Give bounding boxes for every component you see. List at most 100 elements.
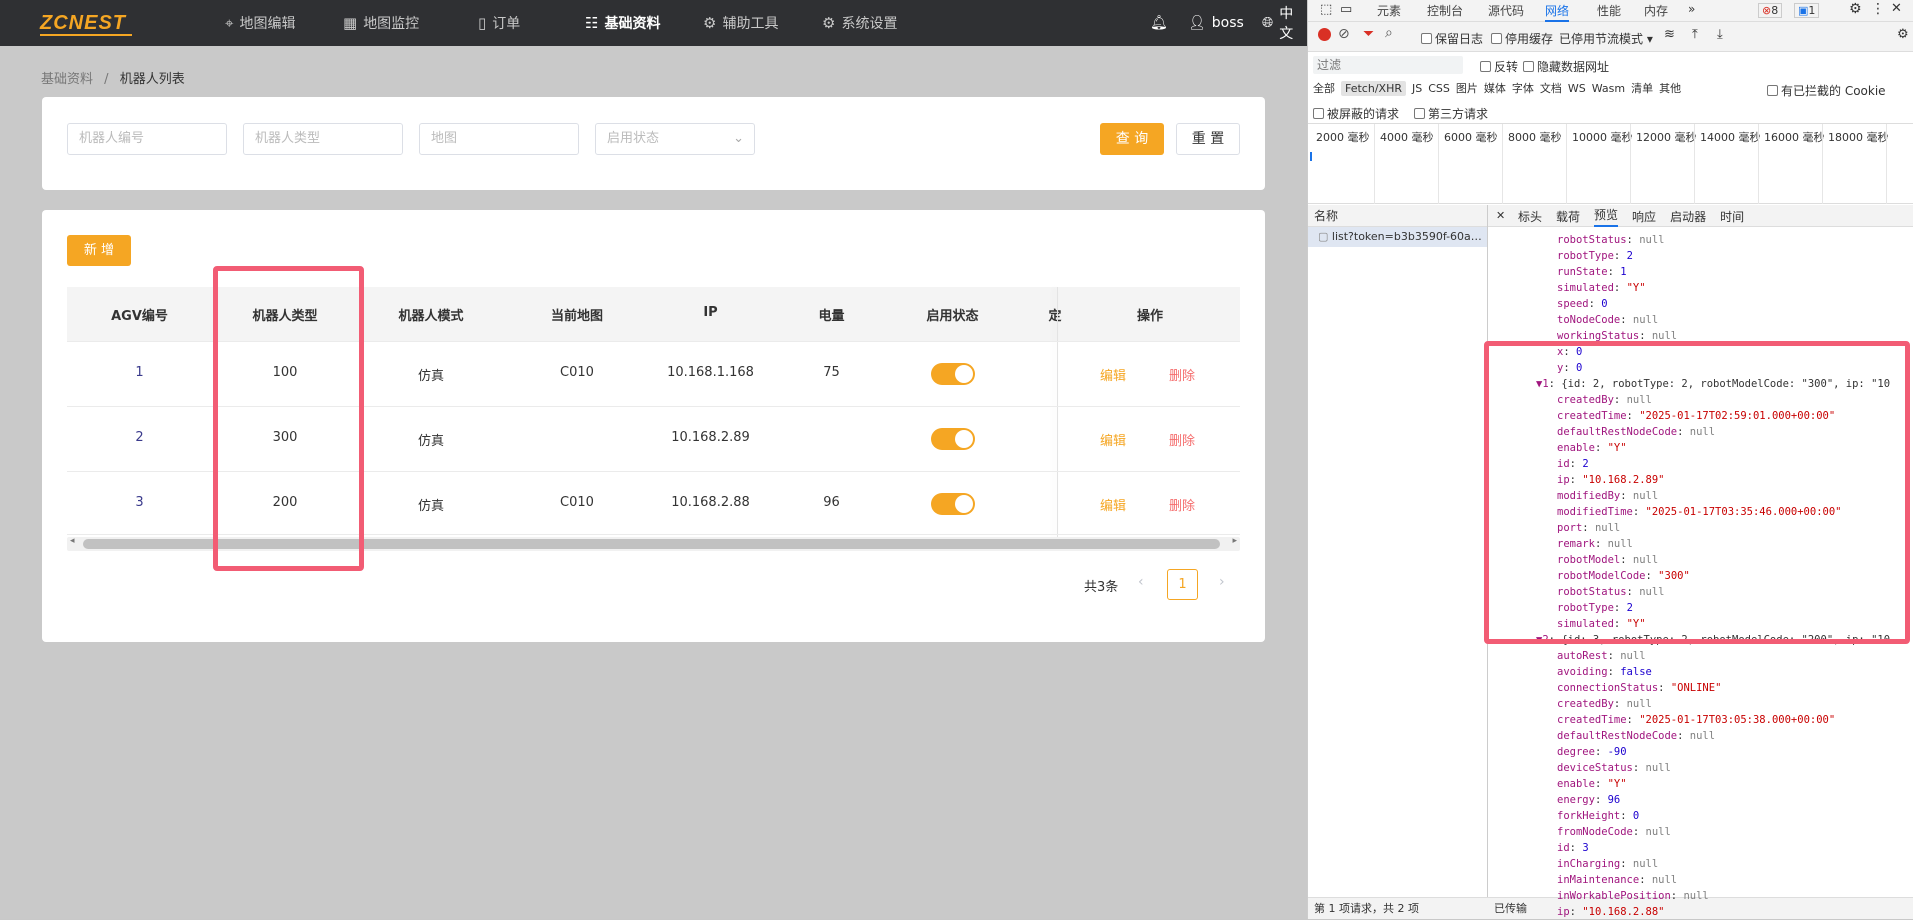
breadcrumb-separator: / (104, 72, 109, 87)
brand-logo[interactable]: ZCNEST (40, 12, 126, 35)
json-key: energy (1557, 794, 1595, 806)
record-icon[interactable] (1318, 28, 1331, 41)
close-detail-icon[interactable]: ✕ (1496, 209, 1505, 222)
robot-code-input[interactable]: 机器人编号 (67, 123, 227, 155)
next-page-icon[interactable]: › (1219, 574, 1225, 590)
enable-toggle[interactable] (931, 493, 975, 515)
type-filter[interactable]: 媒体 (1484, 80, 1506, 96)
blocked-cookies-checkbox[interactable]: 有已拦截的 Cookie (1767, 82, 1886, 99)
detail-tab[interactable]: 时间 (1720, 208, 1744, 225)
enable-toggle[interactable] (931, 428, 975, 450)
detail-tab[interactable]: 载荷 (1556, 208, 1580, 225)
scroll-left-icon[interactable]: ◂ (70, 536, 75, 546)
type-filter[interactable]: 字体 (1512, 80, 1534, 96)
type-filter[interactable]: 其他 (1659, 80, 1681, 96)
tab-memory[interactable]: 内存 (1644, 0, 1668, 22)
page-1-button[interactable]: 1 (1167, 569, 1198, 600)
prev-page-icon[interactable]: ‹ (1138, 574, 1144, 590)
json-value: null (1645, 826, 1671, 838)
import-icon[interactable]: ⤒ (1692, 27, 1698, 42)
timeline-tick-label: 6000 毫秒 (1444, 131, 1498, 144)
enable-toggle[interactable] (931, 363, 975, 385)
detail-tab[interactable]: 响应 (1632, 208, 1656, 225)
language-switch[interactable]: 🌐︎ 中文 (1262, 0, 1307, 46)
nav-orders[interactable]: ▯ 订单 (478, 0, 520, 46)
notification-bell[interactable]: 🔔︎ (1150, 0, 1168, 46)
inspect-icon[interactable]: ⬚ (1320, 2, 1332, 17)
clear-icon[interactable]: ⊘ (1338, 26, 1350, 42)
delete-link[interactable]: 删除 (1169, 365, 1195, 384)
export-icon[interactable]: ⤓ (1717, 27, 1723, 42)
close-devtools-icon[interactable]: ✕ (1891, 1, 1902, 16)
network-timeline[interactable]: 2000 毫秒 4000 毫秒 6000 毫秒 8000 毫秒 10000 毫秒 1200… (1308, 124, 1913, 204)
tab-console[interactable]: 控制台 (1427, 0, 1463, 22)
type-filter[interactable]: 文档 (1540, 80, 1562, 96)
nav-map-edit[interactable]: ⌖ 地图编辑 (225, 0, 295, 46)
delete-link[interactable]: 删除 (1169, 430, 1195, 449)
user-menu[interactable]: 👤︎ boss (1188, 0, 1244, 46)
type-filter[interactable]: JS (1412, 82, 1422, 95)
device-toggle-icon[interactable]: ▭ (1340, 2, 1352, 17)
hide-data-urls-checkbox[interactable]: 隐藏数据网址 (1523, 58, 1609, 75)
tab-network[interactable]: 网络 (1545, 0, 1570, 22)
reset-button[interactable]: 重 置 (1176, 123, 1240, 155)
edit-link[interactable]: 编辑 (1100, 365, 1126, 384)
timeline-gridline (1758, 124, 1759, 204)
more-tabs-icon[interactable]: » (1688, 2, 1695, 16)
error-count-badge[interactable]: ⊗8 (1758, 3, 1783, 18)
nav-system-settings[interactable]: ⚙ 系统设置 (822, 0, 897, 46)
json-line: toNodeCode: null (1557, 314, 1659, 326)
wifi-conditions-icon[interactable]: ≋ (1664, 27, 1675, 42)
devtools-settings-icon[interactable]: ⚙ (1849, 1, 1862, 17)
nav-aux-tools[interactable]: ⚙ 辅助工具 (703, 0, 778, 46)
throttle-select[interactable]: 已停用节流模式 ▾ (1559, 30, 1653, 47)
robot-type-input[interactable]: 机器人类型 (243, 123, 403, 155)
breadcrumb-parent[interactable]: 基础资料 (41, 72, 93, 87)
tab-performance[interactable]: 性能 (1597, 0, 1621, 22)
detail-tabs: 标头 载荷 预览 响应 启动器 时间 (1518, 205, 1744, 227)
blocked-requests-checkbox[interactable]: 被屏蔽的请求 (1313, 105, 1399, 122)
detail-tab[interactable]: 预览 (1594, 206, 1619, 227)
scroll-right-icon[interactable]: ▸ (1232, 536, 1237, 546)
checkbox-label: 停用缓存 (1505, 32, 1554, 46)
type-filter[interactable]: CSS (1428, 82, 1450, 95)
tab-sources[interactable]: 源代码 (1488, 0, 1524, 22)
disable-cache-checkbox[interactable]: 停用缓存 (1491, 30, 1553, 47)
json-key: autoRest (1557, 650, 1608, 662)
map-input[interactable]: 地图 (419, 123, 579, 155)
filter-icon[interactable]: ⏷ (1363, 26, 1374, 42)
message-count-badge[interactable]: ▣1 (1794, 3, 1820, 18)
name-column-header[interactable]: 名称 (1308, 205, 1487, 227)
nav-label: 地图编辑 (239, 16, 296, 32)
add-robot-button[interactable]: 新 增 (67, 235, 131, 266)
tab-elements[interactable]: 元素 (1377, 0, 1401, 22)
json-key: createdBy (1557, 698, 1614, 710)
type-filter[interactable]: 图片 (1456, 80, 1478, 96)
checkbox-label: 被屏蔽的请求 (1327, 107, 1400, 121)
request-row[interactable]: ▢ list?token=b3b3590f-60a… (1308, 227, 1487, 247)
delete-link[interactable]: 删除 (1169, 495, 1195, 514)
detail-tab[interactable]: 标头 (1518, 208, 1542, 225)
type-filter[interactable]: 全部 (1313, 80, 1335, 96)
type-filter[interactable]: 清单 (1631, 80, 1653, 96)
type-filter[interactable]: Wasm (1592, 82, 1625, 95)
invert-checkbox[interactable]: 反转 (1480, 58, 1518, 75)
search-icon[interactable]: ⌕ (1385, 25, 1393, 41)
edit-link[interactable]: 编辑 (1100, 495, 1126, 514)
edit-link[interactable]: 编辑 (1100, 430, 1126, 449)
third-party-checkbox[interactable]: 第三方请求 (1414, 105, 1488, 122)
main-app: ZCNEST ⌖ 地图编辑 ▦ 地图监控 ▯ 订单 ☷ 基础资料 ⚙ 辅助工具 ⚙ 系统设置… (0, 0, 1307, 919)
nav-basic-data[interactable]: ☷ 基础资料 (585, 0, 660, 46)
detail-tab[interactable]: 启动器 (1670, 208, 1706, 225)
filter-input[interactable]: 过滤 (1313, 56, 1463, 74)
network-settings-icon[interactable]: ⚙ (1897, 27, 1909, 42)
preserve-log-checkbox[interactable]: 保留日志 (1421, 30, 1483, 47)
nav-map-monitor[interactable]: ▦ 地图监控 (343, 0, 419, 46)
json-value: null (1651, 874, 1678, 886)
query-button[interactable]: 查 询 (1100, 123, 1164, 155)
header-current-map: 当前地图 (550, 309, 603, 324)
type-filter[interactable]: Fetch/XHR (1341, 80, 1406, 96)
kebab-menu-icon[interactable]: ⋮ (1871, 1, 1885, 17)
type-filter[interactable]: WS (1568, 82, 1586, 95)
enable-status-select[interactable]: 启用状态 ⌄ (595, 123, 755, 155)
